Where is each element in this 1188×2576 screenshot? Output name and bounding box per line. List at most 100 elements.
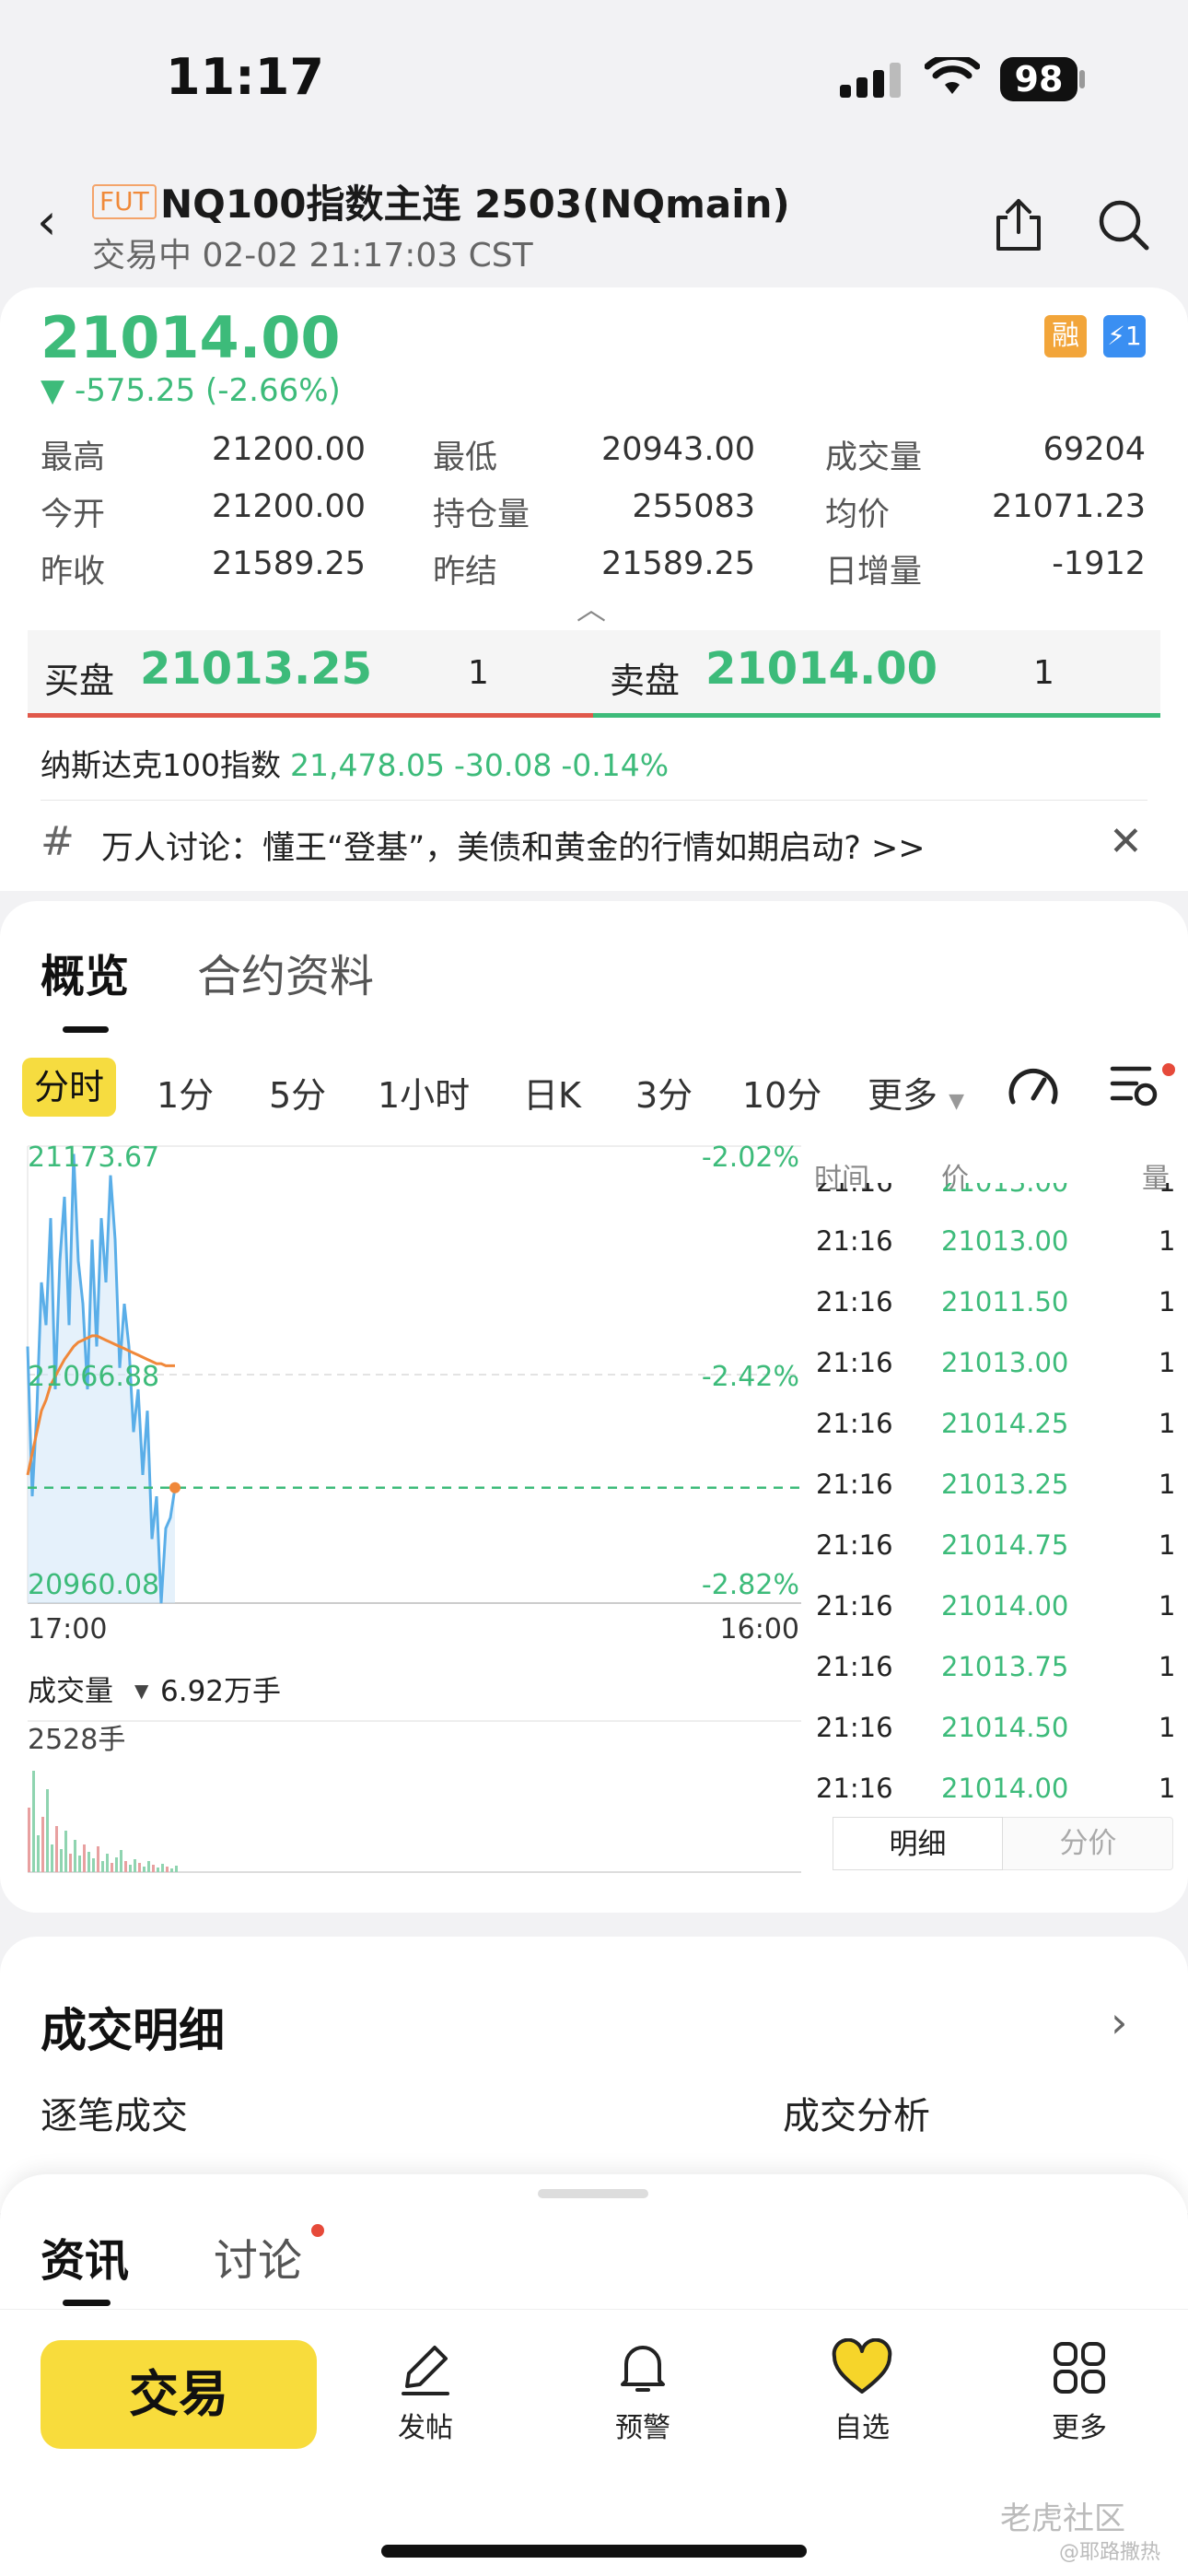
period-tab[interactable]: 1分 bbox=[157, 1067, 214, 1118]
tab-contract-info[interactable]: 合约资料 bbox=[197, 940, 374, 1004]
tick-by-tick-label[interactable]: 逐笔成交 bbox=[41, 2086, 188, 2139]
volume-bar bbox=[129, 1865, 132, 1872]
stat-value: 69204 bbox=[1042, 431, 1146, 468]
sheet-drag-handle[interactable] bbox=[538, 2189, 648, 2198]
tab-discuss[interactable]: 讨论 bbox=[214, 2224, 302, 2289]
volume-bar bbox=[28, 1808, 30, 1872]
volume-bar bbox=[175, 1866, 178, 1872]
tick-price: 21014.50 bbox=[941, 1712, 1069, 1743]
bid-label: 买盘 bbox=[44, 661, 115, 701]
notification-dot bbox=[311, 2224, 324, 2237]
deals-title[interactable]: 成交明细 bbox=[41, 1994, 225, 2060]
stat-value: 20943.00 bbox=[600, 431, 755, 468]
tick-price: 21014.75 bbox=[941, 1529, 1069, 1561]
tick-qty: 1 bbox=[1159, 1651, 1176, 1682]
ask-price[interactable]: 21014.00 bbox=[705, 643, 938, 695]
nav-label: 自选 bbox=[834, 2412, 890, 2444]
bid-price[interactable]: 21013.25 bbox=[140, 643, 372, 695]
volume-bar bbox=[115, 1857, 118, 1872]
flash-trade-badge[interactable]: ⚡1 bbox=[1103, 315, 1146, 357]
tick-qty: 1 bbox=[1159, 1347, 1176, 1378]
nav-alert[interactable]: 预警 bbox=[578, 2338, 707, 2445]
tick-qty: 1 bbox=[1159, 1408, 1176, 1439]
topic-banner[interactable]: 万人讨论：懂王“登基”，美债和黄金的行情如期启动? >> bbox=[101, 822, 926, 869]
nav-watchlist[interactable]: 自选 bbox=[798, 2337, 926, 2445]
bid-bar bbox=[28, 713, 593, 718]
deal-analysis-label[interactable]: 成交分析 bbox=[783, 2086, 930, 2139]
tick-price: 21013.00 bbox=[941, 1183, 1068, 1198]
stat-label: 昨结 bbox=[433, 554, 498, 591]
y-axis-mid: 21066.88 bbox=[28, 1361, 159, 1393]
toggle-price-split[interactable]: 分价 bbox=[1003, 1817, 1173, 1870]
tab-overview[interactable]: 概览 bbox=[41, 940, 129, 1004]
index-value: 21,478.05 bbox=[290, 747, 445, 783]
fut-badge: FUT bbox=[92, 184, 157, 219]
period-tab[interactable]: 3分 bbox=[635, 1067, 693, 1118]
tick-list[interactable]: 21:16 21013.00 1 21:16 21013.00 1 21:16 … bbox=[810, 1183, 1188, 1809]
tick-time: 21:16 bbox=[816, 1183, 893, 1198]
stat-value: 21071.23 bbox=[991, 488, 1146, 525]
stat-label: 最低 bbox=[433, 439, 498, 476]
nav-more[interactable]: 更多 bbox=[1015, 2338, 1144, 2445]
chevron-right-icon[interactable]: › bbox=[1111, 1997, 1127, 2047]
ask-qty: 1 bbox=[1033, 654, 1054, 692]
volume-bar bbox=[32, 1771, 35, 1872]
volume-bar bbox=[161, 1864, 164, 1872]
volume-bar bbox=[41, 1817, 44, 1872]
trade-button[interactable]: 交易 bbox=[41, 2340, 317, 2449]
tick-qty: 1 bbox=[1159, 1529, 1176, 1561]
period-tab[interactable]: 5分 bbox=[269, 1067, 326, 1118]
tick-price: 21013.25 bbox=[941, 1469, 1069, 1500]
volume-bar bbox=[111, 1863, 113, 1872]
deals-card bbox=[0, 1937, 1188, 2213]
intraday-chart[interactable]: 21173.67 21066.88 20960.08 -2.02% -2.42%… bbox=[0, 1133, 810, 1879]
period-tab[interactable]: 日K bbox=[523, 1067, 581, 1118]
volume-bars bbox=[28, 1771, 178, 1872]
search-icon[interactable] bbox=[1096, 197, 1151, 252]
chevron-up-icon[interactable]: ︿ bbox=[577, 586, 606, 628]
battery-indicator: 98 bbox=[1000, 57, 1077, 101]
period-tab[interactable]: 10分 bbox=[742, 1067, 821, 1118]
pct-axis-bottom: -2.82% bbox=[702, 1569, 799, 1601]
period-tab[interactable]: 1小时 bbox=[378, 1067, 470, 1118]
bell-icon bbox=[621, 2346, 665, 2392]
hash-icon: # bbox=[41, 818, 75, 865]
caret-down-icon: ▼ bbox=[134, 1680, 149, 1702]
volume-bar bbox=[60, 1849, 63, 1872]
stat-label: 最高 bbox=[41, 439, 106, 476]
tick-time: 21:16 bbox=[816, 1651, 893, 1682]
stat-value: -1912 bbox=[1052, 545, 1146, 582]
volume-bar bbox=[55, 1826, 58, 1872]
volume-bar bbox=[124, 1861, 127, 1872]
volume-bar bbox=[166, 1867, 169, 1872]
volume-bar bbox=[46, 1789, 49, 1872]
period-tab-active[interactable]: 分时 bbox=[22, 1058, 116, 1117]
last-price: 21014.00 bbox=[41, 304, 341, 371]
volume-max: 2528手 bbox=[28, 1724, 125, 1756]
toggle-detail[interactable]: 明细 bbox=[833, 1817, 1003, 1870]
tab-news[interactable]: 资讯 bbox=[41, 2224, 129, 2289]
margin-badge[interactable]: 融 bbox=[1044, 315, 1087, 357]
more-label: 更多 bbox=[868, 1075, 938, 1116]
share-icon[interactable] bbox=[991, 195, 1046, 254]
home-indicator[interactable] bbox=[381, 2545, 807, 2558]
tick-price: 21011.50 bbox=[941, 1286, 1069, 1317]
tick-qty: 1 bbox=[1159, 1469, 1176, 1500]
nav-post[interactable]: 发帖 bbox=[361, 2338, 490, 2445]
period-tab-more[interactable]: 更多 ▼ bbox=[868, 1067, 964, 1118]
tick-qty: 1 bbox=[1159, 1773, 1176, 1804]
volume-bar bbox=[134, 1859, 136, 1872]
stat-label: 成交量 bbox=[825, 439, 923, 476]
tick-time: 21:16 bbox=[816, 1286, 893, 1317]
volume-bar bbox=[147, 1861, 150, 1872]
chart-settings-icon[interactable] bbox=[1109, 1060, 1160, 1111]
stat-value: 21200.00 bbox=[212, 431, 367, 468]
close-icon[interactable]: ✕ bbox=[1109, 818, 1143, 865]
status-time: 11:17 bbox=[166, 48, 324, 106]
speedometer-icon[interactable] bbox=[1006, 1060, 1061, 1115]
tick-price: 21014.00 bbox=[941, 1590, 1069, 1622]
x-axis-start: 17:00 bbox=[28, 1613, 107, 1645]
related-index[interactable]: 纳斯达克100指数 21,478.05 -30.08 -0.14% bbox=[41, 741, 678, 785]
back-icon[interactable]: ‹ bbox=[37, 197, 74, 247]
divider bbox=[41, 800, 1147, 801]
